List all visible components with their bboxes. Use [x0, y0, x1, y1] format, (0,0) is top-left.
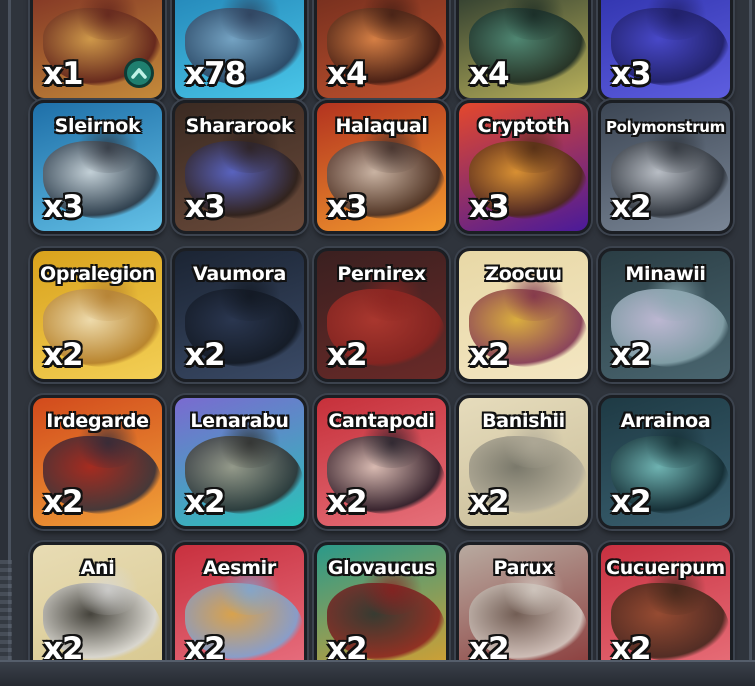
creature-grid-viewport[interactable]: x1 x78 x4 x4 x3 Sleirnok x3 Shararook x3 Halaqual…: [0, 0, 755, 660]
creature-card[interactable]: Cryptoth x3: [456, 100, 591, 234]
creature-card[interactable]: Lenarabu x2: [172, 395, 307, 529]
frame-bottom-bar: [0, 660, 755, 686]
creature-count: x78: [185, 56, 246, 92]
upgrade-chevron-icon[interactable]: [124, 58, 154, 88]
creature-count: x3: [611, 56, 652, 92]
creature-name: Halaqual: [335, 115, 428, 137]
creature-name: Ani: [80, 557, 115, 579]
creature-card[interactable]: x78: [172, 0, 307, 101]
creature-count: x3: [185, 189, 226, 225]
creature-count: x2: [611, 484, 652, 520]
creature-card[interactable]: x1: [30, 0, 165, 101]
creature-card[interactable]: Cucuerpum x2: [598, 542, 733, 660]
creature-card[interactable]: Irdegarde x2: [30, 395, 165, 529]
creature-name: Polymonstrum: [605, 118, 726, 136]
creature-count: x2: [327, 484, 368, 520]
creature-count: x2: [43, 484, 84, 520]
creature-count: x2: [469, 484, 510, 520]
creature-count: x2: [327, 337, 368, 373]
creature-card[interactable]: Opralegion x2: [30, 248, 165, 382]
creature-name: Pernirex: [337, 263, 426, 285]
creature-name: Banishii: [482, 410, 565, 432]
creature-count: x3: [327, 189, 368, 225]
creature-card[interactable]: Shararook x3: [172, 100, 307, 234]
creature-count: x2: [43, 631, 84, 660]
creature-name: Shararook: [185, 115, 294, 137]
creature-name: Cryptoth: [477, 115, 570, 137]
creature-count: x4: [469, 56, 510, 92]
creature-count: x3: [469, 189, 510, 225]
creature-card[interactable]: Minawii x2: [598, 248, 733, 382]
creature-count: x1: [43, 56, 84, 92]
creature-name: Zoocuu: [485, 263, 562, 285]
creature-count: x2: [185, 337, 226, 373]
creature-name: Aesmir: [203, 557, 276, 579]
creature-count: x2: [469, 337, 510, 373]
creature-count: x2: [185, 631, 226, 660]
creature-name: Minawii: [625, 263, 706, 285]
creature-name: Sleirnok: [54, 115, 141, 137]
creature-card[interactable]: Banishii x2: [456, 395, 591, 529]
creature-card[interactable]: Aesmir x2: [172, 542, 307, 660]
creature-count: x2: [611, 337, 652, 373]
creature-card[interactable]: Zoocuu x2: [456, 248, 591, 382]
creature-name: Opralegion: [39, 263, 156, 285]
creature-name: Cantapodi: [328, 410, 435, 432]
creature-count: x2: [43, 337, 84, 373]
creature-card[interactable]: Ani x2: [30, 542, 165, 660]
creature-name: Arrainoa: [620, 410, 711, 432]
creature-grid: x1 x78 x4 x4 x3 Sleirnok x3 Shararook x3 Halaqual…: [30, 0, 733, 660]
creature-card[interactable]: x4: [456, 0, 591, 101]
creature-name: Vaumora: [193, 263, 286, 285]
creature-card[interactable]: Pernirex x2: [314, 248, 449, 382]
creature-count: x2: [611, 189, 652, 225]
creature-count: x2: [185, 484, 226, 520]
creature-card[interactable]: Halaqual x3: [314, 100, 449, 234]
creature-card[interactable]: Glovaucus x2: [314, 542, 449, 660]
creature-name: Lenarabu: [190, 410, 289, 432]
creature-card[interactable]: Vaumora x2: [172, 248, 307, 382]
creature-card[interactable]: Arrainoa x2: [598, 395, 733, 529]
creature-name: Glovaucus: [327, 557, 436, 579]
creature-count: x2: [469, 631, 510, 660]
creature-count: x3: [43, 189, 84, 225]
creature-card[interactable]: Polymonstrum x2: [598, 100, 733, 234]
creature-count: x2: [611, 631, 652, 660]
creature-card[interactable]: Cantapodi x2: [314, 395, 449, 529]
creature-name: Parux: [493, 557, 554, 579]
creature-count: x2: [327, 631, 368, 660]
creature-name: Cucuerpum: [606, 557, 725, 579]
frame-decoration: [0, 560, 12, 670]
creature-name: Irdegarde: [46, 410, 149, 432]
creature-card[interactable]: Sleirnok x3: [30, 100, 165, 234]
creature-card[interactable]: x3: [598, 0, 733, 101]
creature-card[interactable]: Parux x2: [456, 542, 591, 660]
creature-card[interactable]: x4: [314, 0, 449, 101]
creature-count: x4: [327, 56, 368, 92]
